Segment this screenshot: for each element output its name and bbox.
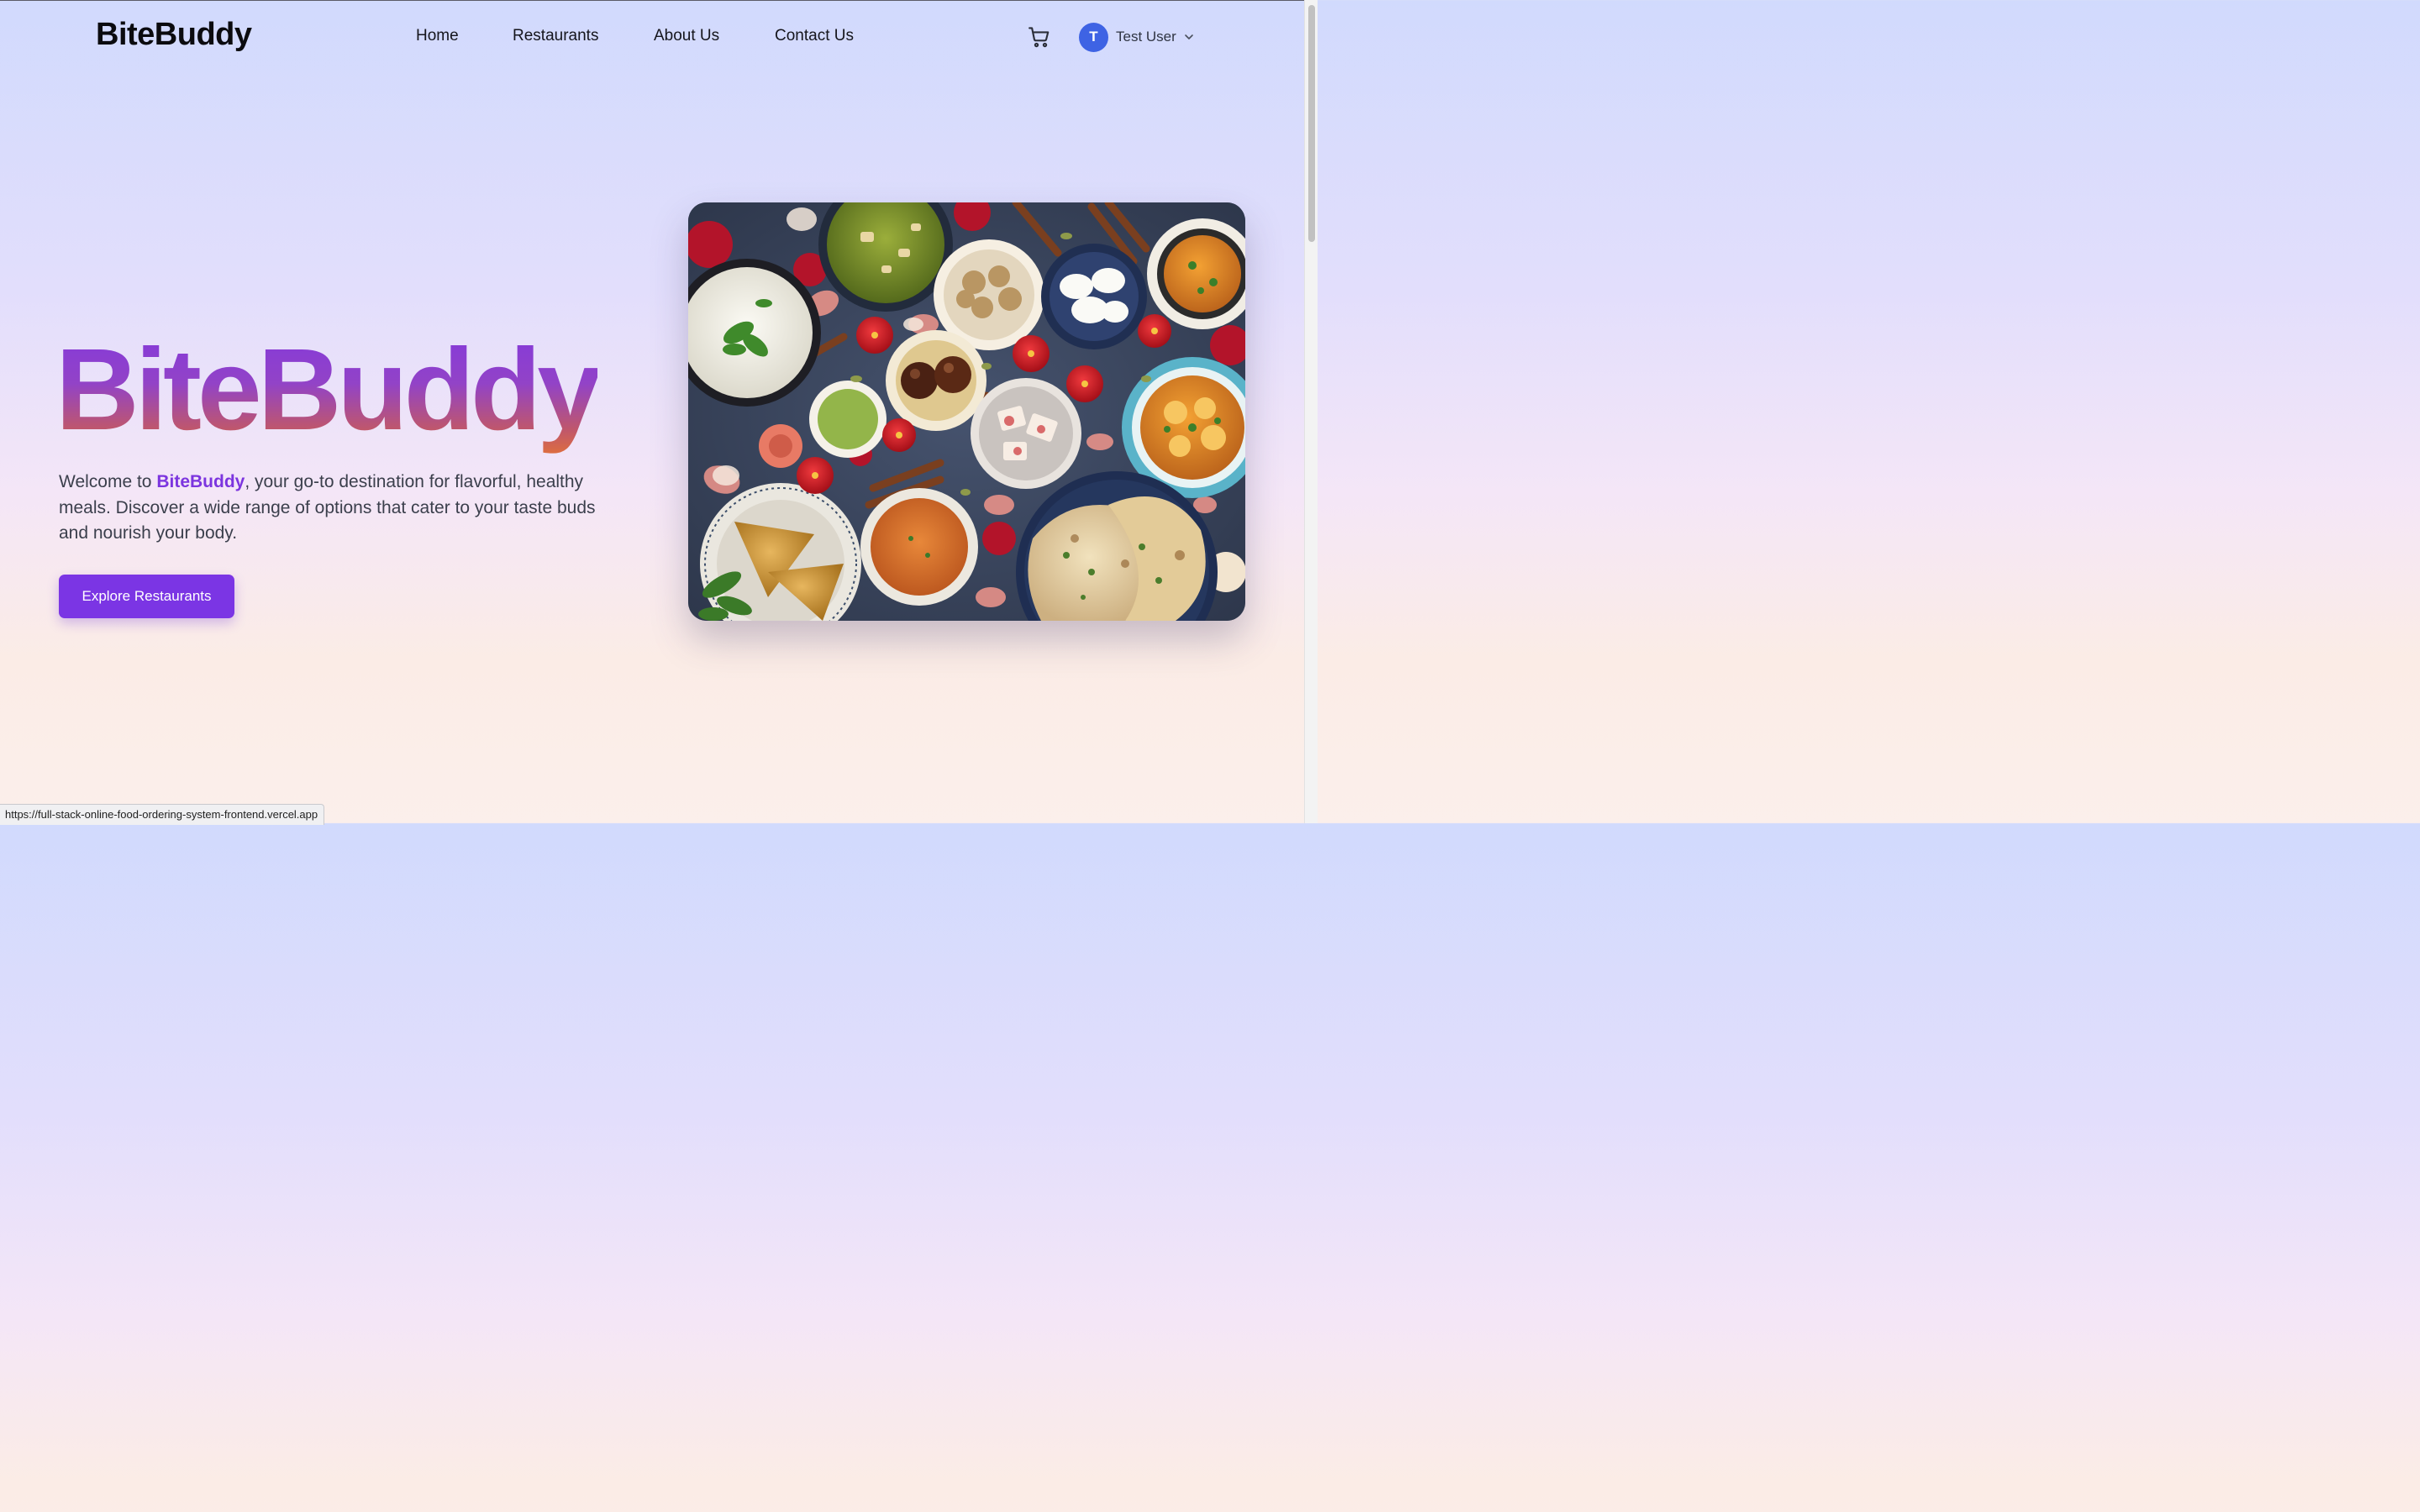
shopping-cart-icon: [1028, 27, 1050, 48]
hero-food-image: [688, 202, 1245, 621]
chevron-down-icon: [1184, 34, 1193, 39]
nav-link-about-us[interactable]: About Us: [654, 27, 719, 45]
hero-description-prefix: Welcome to: [59, 472, 157, 491]
status-bar-url: https://full-stack-online-food-ordering-…: [0, 804, 325, 825]
user-name: Test User: [1116, 29, 1176, 45]
food-spread-illustration: [688, 202, 1245, 621]
page-scrollbar[interactable]: [1304, 0, 1318, 823]
hero-description: Welcome to BiteBuddy, your go-to destina…: [59, 470, 622, 547]
avatar: T: [1079, 22, 1108, 52]
hero-title: BiteBuddy: [55, 323, 602, 457]
user-menu[interactable]: T Test User: [1079, 22, 1195, 52]
nav-link-restaurants[interactable]: Restaurants: [513, 27, 598, 45]
scrollbar-thumb[interactable]: [1308, 5, 1315, 242]
hero-description-highlight: BiteBuddy: [156, 472, 245, 491]
explore-restaurants-button[interactable]: Explore Restaurants: [59, 575, 234, 618]
navbar: BiteBuddy Home Restaurants About Us Cont…: [0, 0, 1304, 74]
cart-button[interactable]: [1027, 24, 1052, 50]
nav-link-home[interactable]: Home: [416, 27, 459, 45]
brand-logo[interactable]: BiteBuddy: [96, 17, 252, 53]
nav-link-contact-us[interactable]: Contact Us: [775, 27, 854, 45]
